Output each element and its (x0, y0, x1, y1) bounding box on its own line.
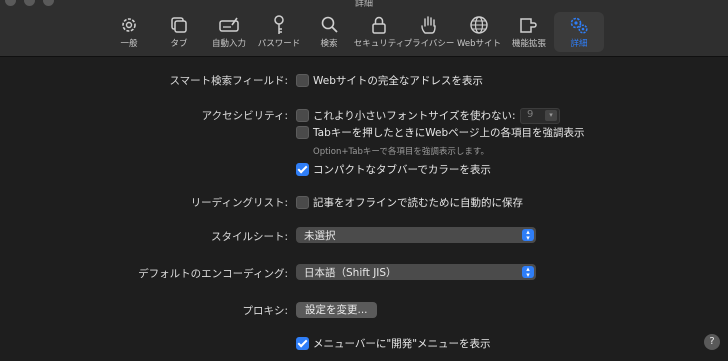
smart-search-label: スマート検索フィールド: (169, 75, 288, 87)
show-develop-menu-checkbox[interactable] (296, 337, 309, 350)
tab-general[interactable]: 一般 (104, 12, 154, 52)
autofill-icon (219, 17, 239, 32)
chevron-updown-icon: ▴ ▾ (522, 229, 534, 242)
key-icon (274, 15, 284, 34)
tab-label: タブ (170, 39, 188, 49)
tab-advanced[interactable]: 詳細 (554, 12, 604, 52)
accessibility-label: アクセシビリティ: (201, 110, 288, 122)
tab-passwords[interactable]: パスワード (254, 12, 304, 52)
puzzle-icon (520, 18, 537, 33)
tab-label: Webサイト (456, 39, 502, 49)
change-proxy-settings-button[interactable]: 設定を変更... (296, 302, 377, 318)
save-offline-checkbox[interactable] (296, 196, 309, 209)
tabs-icon (171, 17, 187, 33)
window-title: 詳細 (354, 0, 373, 9)
encoding-value: 日本語（Shift JIS） (304, 267, 397, 279)
chevron-down-icon: ▾ (545, 110, 557, 121)
show-develop-menu-option[interactable]: メニューバーに"開発"メニューを表示 (313, 336, 491, 351)
tab-highlight-hint: Option+Tabキーで各項目を強調表示します。 (313, 147, 490, 157)
stylesheet-select[interactable]: 未選択 ▴ ▾ (296, 227, 536, 243)
min-font-size-option[interactable]: これより小さいフォントサイズを使わない: (313, 108, 516, 123)
tab-label: セキュリティ (353, 39, 405, 49)
min-font-size-checkbox[interactable] (296, 109, 309, 122)
tab-tabs[interactable]: タブ (154, 12, 204, 52)
tab-extensions[interactable]: 機能拡張 (504, 12, 554, 52)
gear-icon (122, 18, 136, 32)
font-size-select[interactable]: 9 ▾ (520, 108, 560, 124)
encoding-label: デフォルトのエンコーディング: (138, 268, 288, 280)
gears-icon (570, 17, 588, 34)
tab-label: 一般 (120, 39, 138, 49)
tab-label: 自動入力 (211, 39, 246, 49)
tab-highlight-checkbox[interactable] (296, 126, 309, 139)
tab-label: 検索 (320, 39, 338, 49)
tab-label: 詳細 (570, 39, 588, 49)
globe-icon (470, 16, 488, 34)
tab-label: パスワード (257, 39, 301, 49)
stylesheet-value: 未選択 (304, 230, 336, 242)
font-size-value: 9 (527, 109, 534, 120)
tab-privacy[interactable]: プライバシー (404, 12, 454, 52)
hand-icon (421, 16, 436, 34)
tab-label: プライバシー (403, 39, 455, 49)
tab-label: 機能拡張 (511, 39, 546, 49)
tab-autofill[interactable]: 自動入力 (204, 12, 254, 52)
show-full-address-option[interactable]: Webサイトの完全なアドレスを表示 (313, 73, 483, 88)
search-icon (321, 16, 338, 33)
toolbar: 詳細 一般 タブ 自動入力 パスワード 検索 セキュリティ プライバシー Web… (0, 0, 728, 57)
lock-icon (372, 16, 386, 34)
help-button[interactable]: ? (704, 334, 720, 350)
proxy-label: プロキシ: (242, 305, 288, 317)
tab-search[interactable]: 検索 (304, 12, 354, 52)
stylesheet-label: スタイルシート: (210, 231, 288, 243)
tab-security[interactable]: セキュリティ (354, 12, 404, 52)
save-offline-option[interactable]: 記事をオフラインで読むために自動的に保存 (313, 195, 523, 210)
show-full-address-checkbox[interactable] (296, 74, 309, 87)
tab-websites[interactable]: Webサイト (454, 12, 504, 52)
chevron-updown-icon: ▴ ▾ (522, 266, 534, 279)
preferences-tabs: 一般 タブ 自動入力 パスワード 検索 セキュリティ プライバシー Webサイト… (104, 12, 604, 52)
reading-list-label: リーディングリスト: (190, 197, 288, 209)
compact-tab-color-option[interactable]: コンパクトなタブバーでカラーを表示 (313, 162, 491, 177)
encoding-select[interactable]: 日本語（Shift JIS） ▴ ▾ (296, 264, 536, 280)
tab-highlight-option[interactable]: Tabキーを押したときにWebページ上の各項目を強調表示 (313, 125, 584, 140)
compact-tab-color-checkbox[interactable] (296, 163, 309, 176)
